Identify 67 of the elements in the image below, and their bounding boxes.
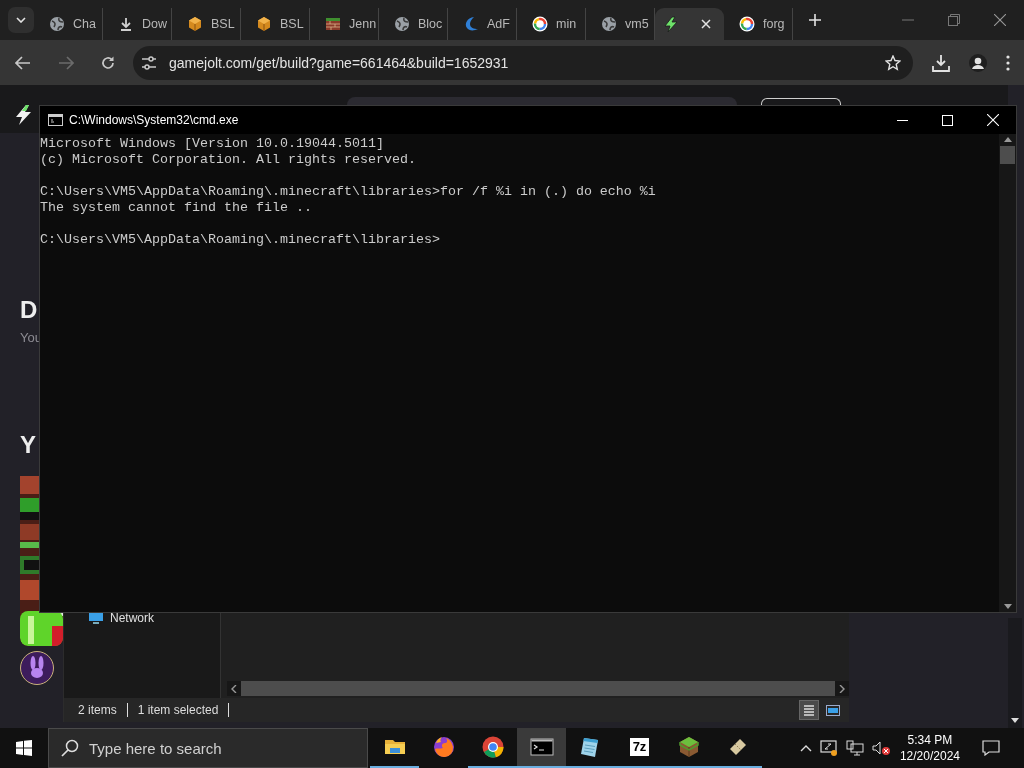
browser-icon <box>480 735 505 759</box>
star-icon[interactable] <box>885 54 901 71</box>
taskbar-button[interactable] <box>517 728 566 768</box>
reload-icon[interactable] <box>101 55 115 70</box>
list-icon <box>803 704 815 716</box>
lightning-logo-icon[interactable] <box>14 105 34 125</box>
network-icon[interactable] <box>845 740 864 756</box>
menu-icon[interactable] <box>1006 54 1010 71</box>
search-field[interactable]: Type here to search <box>48 728 368 768</box>
globe-icon <box>601 16 617 32</box>
lightning-icon <box>663 16 679 32</box>
grass-block-icon <box>676 735 701 759</box>
sync-icon[interactable] <box>819 740 838 756</box>
console-line: (c) Microsoft Corporation. All rights reserved. <box>40 152 416 168</box>
console-line: C:\Users\VM5\AppData\Roaming\.minecraft\libraries> <box>40 232 440 248</box>
download-icon[interactable] <box>932 53 950 72</box>
status-text: 1 item selected <box>137 703 219 717</box>
globe-icon <box>394 16 410 32</box>
restore-icon[interactable] <box>948 14 960 26</box>
windows-icon <box>16 740 32 756</box>
status-text: 2 items <box>78 703 117 717</box>
tune-icon[interactable] <box>141 55 157 70</box>
ring-logo-icon <box>532 16 548 32</box>
picture-view-icon <box>826 704 840 716</box>
plus-icon[interactable] <box>809 14 821 26</box>
scroll-thumb[interactable] <box>1000 146 1015 164</box>
vertical-scrollbar[interactable] <box>999 134 1016 612</box>
notification-icon[interactable] <box>982 740 1000 756</box>
section-heading: Y <box>20 430 36 460</box>
console-line: The system cannot find the file .. <box>40 200 312 216</box>
page-heading: D <box>20 296 38 324</box>
taskbar-button[interactable]: 7z <box>615 728 664 768</box>
avatar[interactable] <box>20 651 54 685</box>
globe-icon <box>49 16 65 32</box>
maximize-icon[interactable] <box>942 114 953 126</box>
scroll-down-icon <box>1003 604 1012 609</box>
console-line: Microsoft Windows [Version 10.0.19044.5011] <box>40 136 384 152</box>
back-icon[interactable] <box>15 55 31 70</box>
cube-icon <box>256 16 272 32</box>
window-title: C:\Windows\System32\cmd.exe <box>69 113 239 127</box>
download-icon <box>118 16 134 32</box>
console-icon <box>48 114 63 126</box>
scroll-left-icon[interactable] <box>231 684 237 693</box>
details-view-button[interactable] <box>799 700 819 720</box>
scrollbar[interactable] <box>1008 618 1022 728</box>
profile-icon[interactable] <box>969 53 987 72</box>
tab-search-button[interactable] <box>8 7 34 33</box>
swoosh-icon <box>463 16 479 32</box>
bricks-icon <box>325 16 341 32</box>
scroll-up-icon <box>1003 137 1012 142</box>
nav-item[interactable]: Network <box>64 611 220 625</box>
monitor-icon <box>88 611 104 625</box>
clock[interactable]: 5:34 PM 12/20/2024 <box>899 732 960 764</box>
scroll-down-icon <box>1011 718 1019 723</box>
ring-logo-icon <box>739 16 755 32</box>
terminal-icon <box>529 735 554 759</box>
chevron-up-icon[interactable] <box>799 744 812 752</box>
fox-browser-icon <box>431 735 456 759</box>
scroll-right-icon[interactable] <box>839 684 845 693</box>
chevron-down-icon <box>16 17 26 23</box>
address-field[interactable]: gamejolt.com/get/build?game=661464&build=1652931 <box>133 45 913 80</box>
browser-tab[interactable] <box>655 8 724 40</box>
cube-icon <box>187 16 203 32</box>
search-icon <box>61 739 79 757</box>
archive-icon: 7z <box>629 738 650 756</box>
console-line: C:\Users\VM5\AppData\Roaming\.minecraft\libraries>for /f %i in (.) do echo %i <box>40 184 656 200</box>
volume-muted-icon[interactable] <box>871 740 890 756</box>
